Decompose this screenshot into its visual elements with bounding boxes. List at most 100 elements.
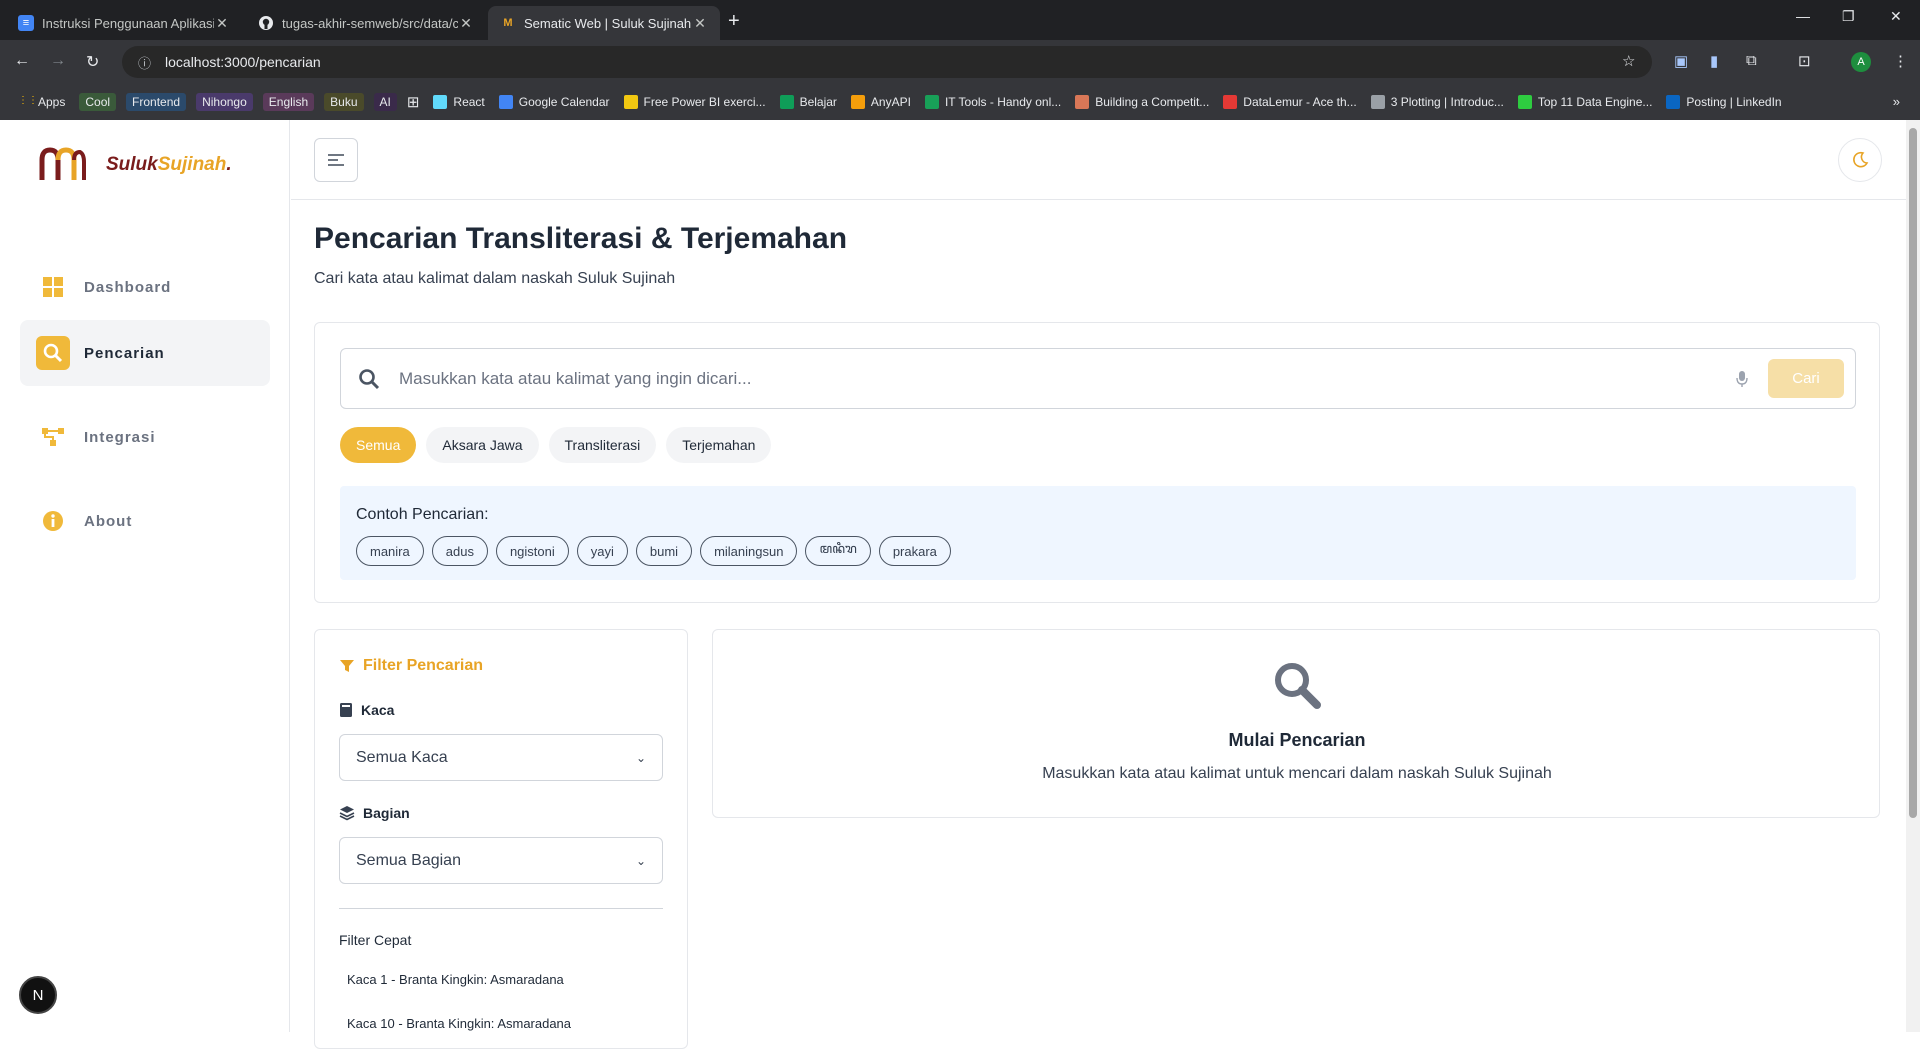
browser-tab-2[interactable]: tugas-akhir-semweb/src/data/c ✕: [246, 6, 486, 40]
suluk-icon: M: [503, 17, 513, 29]
filter-card: Filter Pencarian Kaca Semua Kaca ⌄ Bagian…: [314, 629, 688, 1049]
site-info-icon[interactable]: ⓘ: [138, 53, 151, 72]
example-chip[interactable]: ngistoni: [495, 536, 569, 566]
bookmark-item[interactable]: Belajar: [779, 95, 837, 109]
bookmark-star-icon[interactable]: ☆: [1622, 52, 1635, 70]
dev-tools-badge[interactable]: N: [19, 976, 57, 1014]
tab-search-icon[interactable]: ⊡: [1798, 52, 1811, 70]
restore-icon[interactable]: ❐: [1842, 8, 1855, 25]
filter-title: Filter Pencarian: [339, 657, 483, 675]
results-title: Mulai Pencarian: [1228, 730, 1366, 750]
bagian-label: Bagian: [339, 805, 410, 821]
example-chip[interactable]: yayi: [576, 536, 628, 566]
bookmark-item[interactable]: English: [262, 93, 315, 111]
sidebar-item-label: Pencarian: [84, 344, 165, 362]
bookmark-item[interactable]: Building a Competit...: [1075, 95, 1209, 109]
extension-icon[interactable]: ▮: [1710, 52, 1718, 70]
kebab-menu-icon[interactable]: ⋮: [1893, 52, 1908, 70]
sidebar: SulukSujinah. Dashboard Pencarian Integr…: [0, 120, 290, 1032]
bookmark-item[interactable]: 3 Plotting | Introduc...: [1370, 95, 1504, 109]
sidebar-item-dashboard[interactable]: Dashboard: [20, 254, 270, 320]
chip-semua[interactable]: Semua: [340, 427, 417, 463]
brand-logo[interactable]: SulukSujinah.: [38, 146, 232, 184]
top-header: [291, 120, 1920, 200]
flow-icon: [36, 420, 70, 454]
results-card: Mulai Pencarian Masukkan kata atau kalim…: [712, 629, 1880, 818]
example-chip[interactable]: adus: [431, 536, 488, 566]
sidebar-item-label: Dashboard: [84, 278, 172, 296]
example-chip[interactable]: prakara: [878, 536, 951, 566]
example-searches: Contoh Pencarian: manira adus ngistoni y…: [340, 486, 1856, 580]
forward-icon[interactable]: →: [50, 52, 66, 70]
kaca-select[interactable]: Semua Kaca ⌄: [339, 734, 663, 781]
bookmarks-bar: ⋮⋮ Apps Cool Frontend Nihongo English Buku AI ⊞ R…: [0, 84, 1920, 120]
bookmark-item[interactable]: Top 11 Data Engine...: [1517, 95, 1652, 109]
sidebar-item-pencarian[interactable]: Pencarian: [20, 320, 270, 386]
menu-toggle-button[interactable]: [314, 138, 358, 182]
browser-chrome: ≡ Instruksi Penggunaan Aplikasi - ✕ tuga…: [0, 0, 1920, 120]
sidebar-item-integrasi[interactable]: Integrasi: [20, 404, 270, 470]
address-bar[interactable]: ⓘ localhost:3000/pencarian: [122, 46, 1652, 78]
scrollbar-thumb[interactable]: [1909, 128, 1917, 818]
bookmarks-overflow-icon[interactable]: »: [1893, 94, 1900, 109]
search-box: Cari: [340, 348, 1856, 409]
bookmark-item[interactable]: AnyAPI: [850, 95, 911, 109]
bookmark-item[interactable]: AI: [373, 93, 397, 111]
example-chip[interactable]: manira: [356, 536, 424, 566]
bookmark-item[interactable]: DataLemur - Ace th...: [1223, 95, 1357, 109]
bookmark-item[interactable]: Nihongo: [196, 93, 253, 111]
app: SulukSujinah. Dashboard Pencarian Integr…: [0, 120, 1920, 1049]
bookmark-grid-icon[interactable]: ⊞: [407, 93, 420, 111]
sidebar-item-label: About: [84, 512, 133, 530]
close-tab-icon[interactable]: ✕: [692, 15, 708, 32]
bookmark-favicon-icon: [623, 95, 638, 109]
quick-filter-item[interactable]: Kaca 1 - Branta Kingkin: Asmaradana: [347, 972, 564, 987]
bookmark-item[interactable]: Cool: [79, 93, 117, 111]
reload-icon[interactable]: ↻: [86, 52, 99, 72]
example-chip[interactable]: bumi: [635, 536, 693, 566]
chip-terjemahan[interactable]: Terjemahan: [666, 427, 772, 463]
browser-tab-1[interactable]: ≡ Instruksi Penggunaan Aplikasi - ✕: [6, 6, 242, 40]
close-window-icon[interactable]: ✕: [1890, 8, 1902, 25]
search-input[interactable]: [399, 368, 1730, 389]
puzzle-icon[interactable]: ⧉: [1746, 52, 1757, 69]
minimize-icon[interactable]: —: [1796, 8, 1810, 24]
brand-name: SulukSujinah.: [106, 154, 232, 175]
sidebar-item-about[interactable]: About: [20, 488, 270, 554]
example-chip[interactable]: ꦩꦤꦶꦫ: [805, 536, 871, 566]
bookmark-item[interactable]: IT Tools - Handy onl...: [924, 95, 1061, 109]
bookmark-item[interactable]: Google Calendar: [498, 95, 610, 109]
microphone-icon[interactable]: [1730, 370, 1754, 388]
logo-mark-icon: [38, 146, 86, 184]
chevron-down-icon: ⌄: [635, 750, 646, 765]
sidebar-item-label: Integrasi: [84, 428, 156, 446]
back-icon[interactable]: ←: [14, 52, 30, 70]
close-tab-icon[interactable]: ✕: [214, 15, 230, 32]
example-chip[interactable]: milaningsun: [700, 536, 798, 566]
new-tab-button[interactable]: +: [728, 10, 740, 33]
page-title: Pencarian Transliterasi & Terjemahan: [314, 222, 848, 255]
search-icon: [36, 336, 70, 370]
quick-filter-item[interactable]: Kaca 10 - Branta Kingkin: Asmaradana: [347, 1016, 571, 1031]
chip-transliterasi[interactable]: Transliterasi: [548, 427, 657, 463]
theme-toggle-button[interactable]: [1838, 138, 1882, 182]
bookmark-item[interactable]: Free Power BI exerci...: [623, 95, 766, 109]
bookmark-item[interactable]: React: [433, 95, 485, 109]
profile-avatar[interactable]: A: [1851, 52, 1871, 72]
browser-tab-3[interactable]: M Sematic Web | Suluk Sujinah ✕: [488, 6, 720, 40]
tab-strip: ≡ Instruksi Penggunaan Aplikasi - ✕ tuga…: [0, 0, 1920, 40]
example-list: manira adus ngistoni yayi bumi milanings…: [356, 536, 959, 566]
search-button[interactable]: Cari: [1768, 359, 1844, 398]
screenshot-icon[interactable]: ▣: [1674, 52, 1688, 70]
page-scrollbar[interactable]: [1906, 120, 1920, 1032]
divider: [339, 908, 663, 909]
close-tab-icon[interactable]: ✕: [458, 15, 474, 32]
bookmark-item[interactable]: ⋮⋮ Apps: [18, 95, 65, 109]
chip-aksara-jawa[interactable]: Aksara Jawa: [426, 427, 539, 463]
book-icon: [340, 703, 352, 717]
bookmark-item[interactable]: Buku: [324, 93, 364, 111]
bookmark-item[interactable]: Posting | LinkedIn: [1666, 95, 1782, 109]
bagian-select[interactable]: Semua Bagian ⌄: [339, 837, 663, 884]
search-icon: [357, 368, 381, 390]
bookmark-item[interactable]: Frontend: [126, 93, 187, 111]
